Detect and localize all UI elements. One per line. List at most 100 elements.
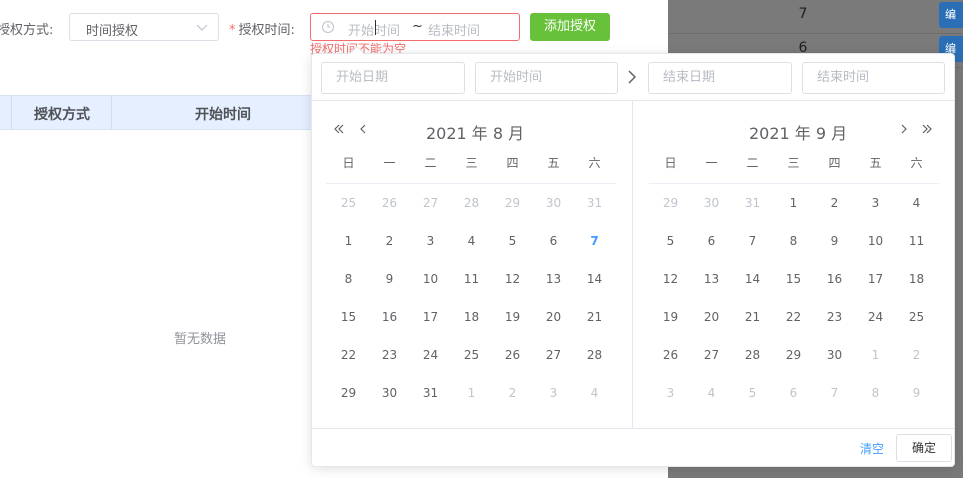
- calendar-day[interactable]: 27: [691, 336, 732, 374]
- calendar-day[interactable]: 26: [492, 336, 533, 374]
- start-time-input[interactable]: 开始时间: [475, 62, 618, 94]
- calendar-day[interactable]: 17: [855, 260, 896, 298]
- calendar-day[interactable]: 29: [773, 336, 814, 374]
- prev-month-icon[interactable]: [356, 122, 370, 136]
- calendar-day[interactable]: 4: [451, 222, 492, 260]
- calendar-day[interactable]: 21: [574, 298, 615, 336]
- calendar-day[interactable]: 27: [410, 184, 451, 222]
- calendar-day[interactable]: 25: [328, 184, 369, 222]
- calendar-day[interactable]: 6: [691, 222, 732, 260]
- calendar-day[interactable]: 5: [732, 374, 773, 412]
- calendar-day[interactable]: 8: [773, 222, 814, 260]
- calendar-day[interactable]: 15: [328, 298, 369, 336]
- calendar-day[interactable]: 28: [451, 184, 492, 222]
- calendar-day[interactable]: 22: [328, 336, 369, 374]
- calendar-day[interactable]: 5: [492, 222, 533, 260]
- calendar-day[interactable]: 3: [410, 222, 451, 260]
- calendar-day[interactable]: 19: [650, 298, 691, 336]
- confirm-button[interactable]: 确定: [896, 434, 952, 462]
- calendar-day[interactable]: 26: [650, 336, 691, 374]
- calendar-day[interactable]: 2: [492, 374, 533, 412]
- calendar-day[interactable]: 12: [650, 260, 691, 298]
- calendar-day[interactable]: 1: [451, 374, 492, 412]
- calendar-day[interactable]: 18: [896, 260, 937, 298]
- calendar-day[interactable]: 17: [410, 298, 451, 336]
- calendar-day[interactable]: 8: [328, 260, 369, 298]
- calendar-day[interactable]: 11: [451, 260, 492, 298]
- calendar-day[interactable]: 30: [369, 374, 410, 412]
- calendar-day[interactable]: 31: [732, 184, 773, 222]
- calendar-day-today[interactable]: 7: [574, 222, 615, 260]
- calendar-day[interactable]: 1: [773, 184, 814, 222]
- calendar-day[interactable]: 6: [773, 374, 814, 412]
- clear-button[interactable]: 清空: [860, 440, 884, 457]
- calendar-day[interactable]: 3: [650, 374, 691, 412]
- calendar-day[interactable]: 28: [574, 336, 615, 374]
- calendar-day[interactable]: 3: [855, 184, 896, 222]
- calendar-day[interactable]: 20: [691, 298, 732, 336]
- calendar-day[interactable]: 1: [855, 336, 896, 374]
- calendar-day[interactable]: 31: [574, 184, 615, 222]
- calendar-day[interactable]: 5: [650, 222, 691, 260]
- calendar-day[interactable]: 21: [732, 298, 773, 336]
- calendar-day[interactable]: 2: [369, 222, 410, 260]
- add-authorization-button[interactable]: 添加授权: [530, 13, 610, 41]
- calendar-day[interactable]: 29: [650, 184, 691, 222]
- calendar-day[interactable]: 16: [814, 260, 855, 298]
- end-date-input[interactable]: 结束日期: [648, 62, 792, 94]
- calendar-day[interactable]: 12: [492, 260, 533, 298]
- calendar-day[interactable]: 29: [328, 374, 369, 412]
- start-date-input[interactable]: 开始日期: [321, 62, 465, 94]
- calendar-day[interactable]: 1: [328, 222, 369, 260]
- edit-button[interactable]: 编: [939, 2, 963, 28]
- calendar-day[interactable]: 2: [814, 184, 855, 222]
- calendar-day[interactable]: 30: [691, 184, 732, 222]
- calendar-day[interactable]: 16: [369, 298, 410, 336]
- calendar-day[interactable]: 14: [732, 260, 773, 298]
- next-year-icon[interactable]: [920, 122, 934, 136]
- calendar-day[interactable]: 3: [533, 374, 574, 412]
- calendar-day[interactable]: 30: [814, 336, 855, 374]
- calendar-day[interactable]: 4: [896, 184, 937, 222]
- end-time-input[interactable]: 结束时间: [802, 62, 945, 94]
- calendar-day[interactable]: 4: [691, 374, 732, 412]
- calendar-day[interactable]: 25: [451, 336, 492, 374]
- calendar-day[interactable]: 7: [732, 222, 773, 260]
- calendar-day[interactable]: 28: [732, 336, 773, 374]
- calendar-day[interactable]: 13: [691, 260, 732, 298]
- calendar-day[interactable]: 7: [814, 374, 855, 412]
- calendar-day[interactable]: 19: [492, 298, 533, 336]
- calendar-day[interactable]: 22: [773, 298, 814, 336]
- calendar-day[interactable]: 24: [410, 336, 451, 374]
- calendar-day[interactable]: 2: [896, 336, 937, 374]
- auth-time-range-input[interactable]: 开始时间 ~ 结束时间: [310, 13, 520, 41]
- calendar-day[interactable]: 27: [533, 336, 574, 374]
- calendar-day[interactable]: 18: [451, 298, 492, 336]
- calendar-day[interactable]: 30: [533, 184, 574, 222]
- calendar-day[interactable]: 15: [773, 260, 814, 298]
- calendar-day[interactable]: 9: [814, 222, 855, 260]
- calendar-day[interactable]: 9: [369, 260, 410, 298]
- calendar-day[interactable]: 20: [533, 298, 574, 336]
- range-end-input[interactable]: 结束时间: [428, 20, 480, 39]
- calendar-day[interactable]: 23: [814, 298, 855, 336]
- next-month-icon[interactable]: [897, 122, 911, 136]
- prev-year-icon[interactable]: [332, 122, 346, 136]
- auth-method-select[interactable]: 时间授权: [69, 13, 219, 41]
- calendar-day[interactable]: 23: [369, 336, 410, 374]
- calendar-day[interactable]: 6: [533, 222, 574, 260]
- calendar-day[interactable]: 9: [896, 374, 937, 412]
- calendar-day[interactable]: 25: [896, 298, 937, 336]
- calendar-day[interactable]: 14: [574, 260, 615, 298]
- calendar-day[interactable]: 4: [574, 374, 615, 412]
- calendar-day[interactable]: 11: [896, 222, 937, 260]
- calendar-day[interactable]: 24: [855, 298, 896, 336]
- calendar-day[interactable]: 29: [492, 184, 533, 222]
- calendar-day[interactable]: 10: [855, 222, 896, 260]
- calendar-day[interactable]: 31: [410, 374, 451, 412]
- calendar-day[interactable]: 8: [855, 374, 896, 412]
- calendar-day[interactable]: 13: [533, 260, 574, 298]
- calendar-day[interactable]: 10: [410, 260, 451, 298]
- calendar-day[interactable]: 26: [369, 184, 410, 222]
- range-start-input[interactable]: 开始时间: [348, 20, 400, 39]
